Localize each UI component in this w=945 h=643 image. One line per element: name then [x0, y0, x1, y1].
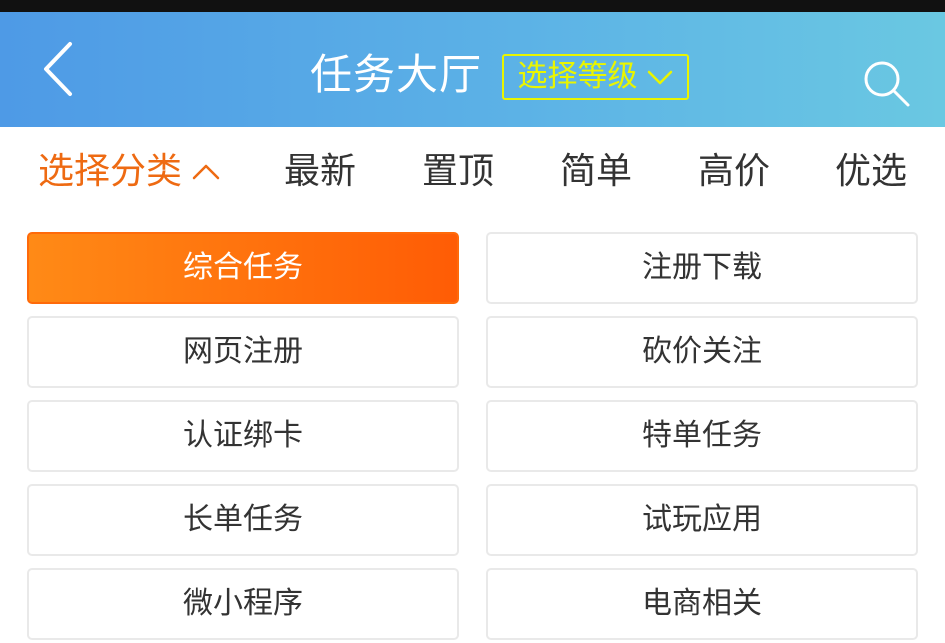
chevron-left-icon: [44, 42, 72, 96]
category-comprehensive-tasks[interactable]: 综合任务: [27, 232, 459, 304]
tab-select-category[interactable]: 选择分类: [38, 147, 222, 197]
chevron-up-icon: [192, 164, 220, 180]
status-bar: [0, 0, 945, 12]
tab-pinned[interactable]: 置顶: [422, 147, 494, 197]
tab-high-price[interactable]: 高价: [698, 147, 770, 197]
chevron-down-icon: [647, 70, 672, 85]
back-button[interactable]: [30, 34, 90, 104]
filter-tabs: 选择分类 最新 置顶 简单 高价 优选: [0, 127, 945, 222]
category-mini-programs[interactable]: 微小程序: [27, 568, 459, 640]
tab-preferred[interactable]: 优选: [835, 147, 907, 197]
select-level-label: 选择等级: [517, 59, 638, 94]
category-special-tasks[interactable]: 特单任务: [486, 400, 918, 472]
category-trial-apps[interactable]: 试玩应用: [486, 484, 918, 556]
page-title: 任务大厅: [310, 50, 483, 99]
category-long-tasks[interactable]: 长单任务: [27, 484, 459, 556]
category-register-download[interactable]: 注册下载: [486, 232, 918, 304]
category-web-register[interactable]: 网页注册: [27, 316, 459, 388]
tab-simple[interactable]: 简单: [560, 147, 632, 197]
tab-select-category-label: 选择分类: [38, 151, 183, 192]
category-ecommerce[interactable]: 电商相关: [486, 568, 918, 640]
search-button[interactable]: [860, 57, 916, 113]
app-header: 任务大厅 选择等级: [0, 12, 945, 127]
category-verify-bind-card[interactable]: 认证绑卡: [27, 400, 459, 472]
category-bargain-follow[interactable]: 砍价关注: [486, 316, 918, 388]
select-level-button[interactable]: 选择等级: [502, 54, 689, 100]
search-icon: [864, 61, 910, 107]
tab-latest[interactable]: 最新: [284, 147, 356, 197]
category-grid: 综合任务 注册下载 网页注册 砍价关注 认证绑卡 特单任务 长单任务 试玩应用 …: [0, 222, 945, 643]
